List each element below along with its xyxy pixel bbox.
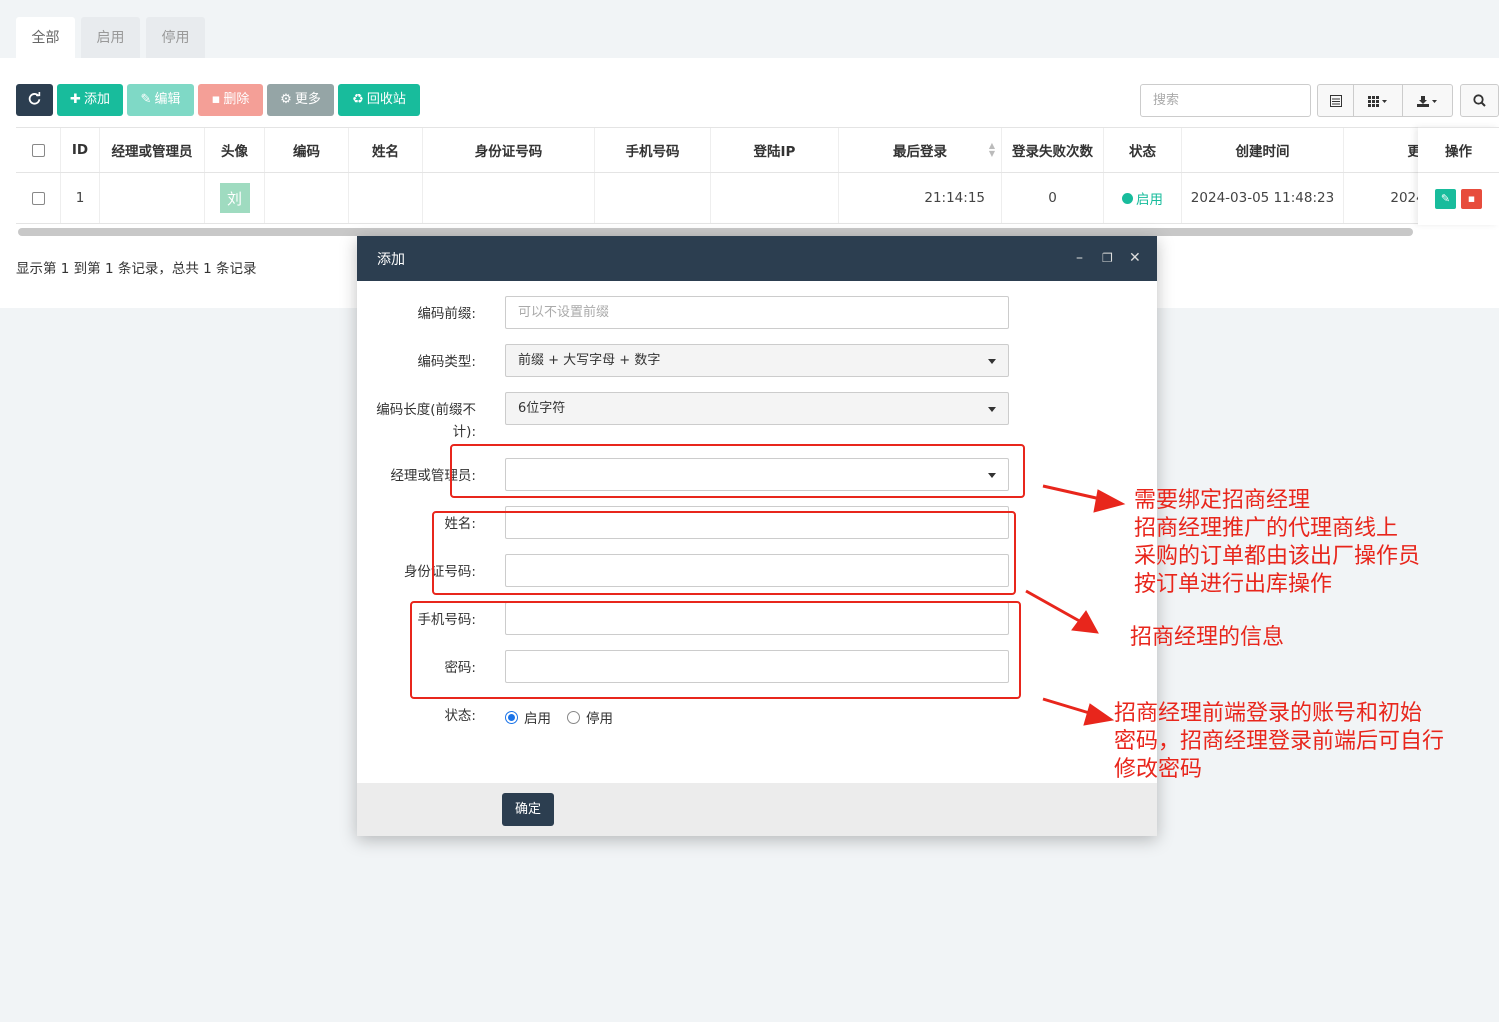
- arrow-1-line: [1042, 484, 1106, 502]
- arrow-3-head: [1083, 703, 1115, 726]
- arrow-2-head: [1071, 610, 1099, 634]
- arrow-1-head: [1093, 489, 1126, 513]
- arrow-2-line: [1025, 589, 1084, 625]
- annotation-note-manager-info: 招商经理的信息: [1130, 625, 1285, 650]
- annotation-note-bind-manager: 需要绑定招商经理 招商经理推广的代理商线上 采购的订单都由该出厂操作员 按订单进…: [1134, 488, 1421, 597]
- annotation-note-login-account: 招商经理前端登录的账号和初始 密码，招商经理登录前端后可自行 修改密码: [1114, 701, 1445, 782]
